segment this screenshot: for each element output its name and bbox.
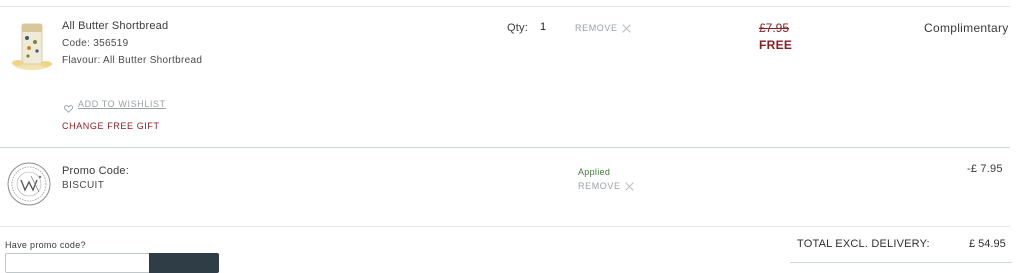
promo-code-label: Promo Code:: [62, 165, 130, 177]
complimentary-status: Complimentary: [924, 21, 1009, 35]
original-price: £7.95: [759, 21, 790, 35]
wishlist-label: ADD TO WISHLIST: [78, 99, 166, 109]
product-name[interactable]: All Butter Shortbread: [62, 20, 168, 32]
promo-applied-status: Applied: [578, 167, 611, 177]
total-value: £ 54.95: [969, 238, 1006, 250]
remove-item-label: REMOVE: [575, 23, 618, 33]
add-to-wishlist-link[interactable]: ADD TO WISHLIST: [63, 99, 166, 113]
remove-promo-button[interactable]: REMOVE: [578, 181, 634, 191]
product-flavour: Flavour: All Butter Shortbread: [62, 55, 203, 66]
promo-discount-amount: -£ 7.95: [967, 163, 1003, 175]
remove-promo-label: REMOVE: [578, 181, 621, 191]
close-icon: [625, 182, 634, 191]
change-free-gift-link[interactable]: CHANGE FREE GIFT: [62, 121, 160, 131]
apply-promo-button[interactable]: [149, 253, 219, 273]
qty-label: Qty:: [507, 22, 528, 34]
qty-value[interactable]: 1: [540, 21, 546, 33]
have-promo-label: Have promo code?: [5, 240, 86, 250]
remove-item-button[interactable]: REMOVE: [575, 23, 631, 33]
promo-code-input[interactable]: [5, 253, 150, 273]
product-thumbnail[interactable]: [10, 20, 54, 72]
free-price: FREE: [759, 38, 793, 52]
promo-seal-icon: [7, 162, 51, 206]
product-code: Code: 356519: [62, 38, 129, 49]
close-icon: [622, 24, 631, 33]
total-label: TOTAL EXCL. DELIVERY:: [797, 238, 930, 250]
section-divider-2: [0, 226, 1010, 227]
promo-code-value: BISCUIT: [62, 180, 105, 191]
heart-icon: [63, 100, 74, 113]
top-divider: [0, 6, 1010, 7]
section-divider: [0, 147, 1010, 148]
